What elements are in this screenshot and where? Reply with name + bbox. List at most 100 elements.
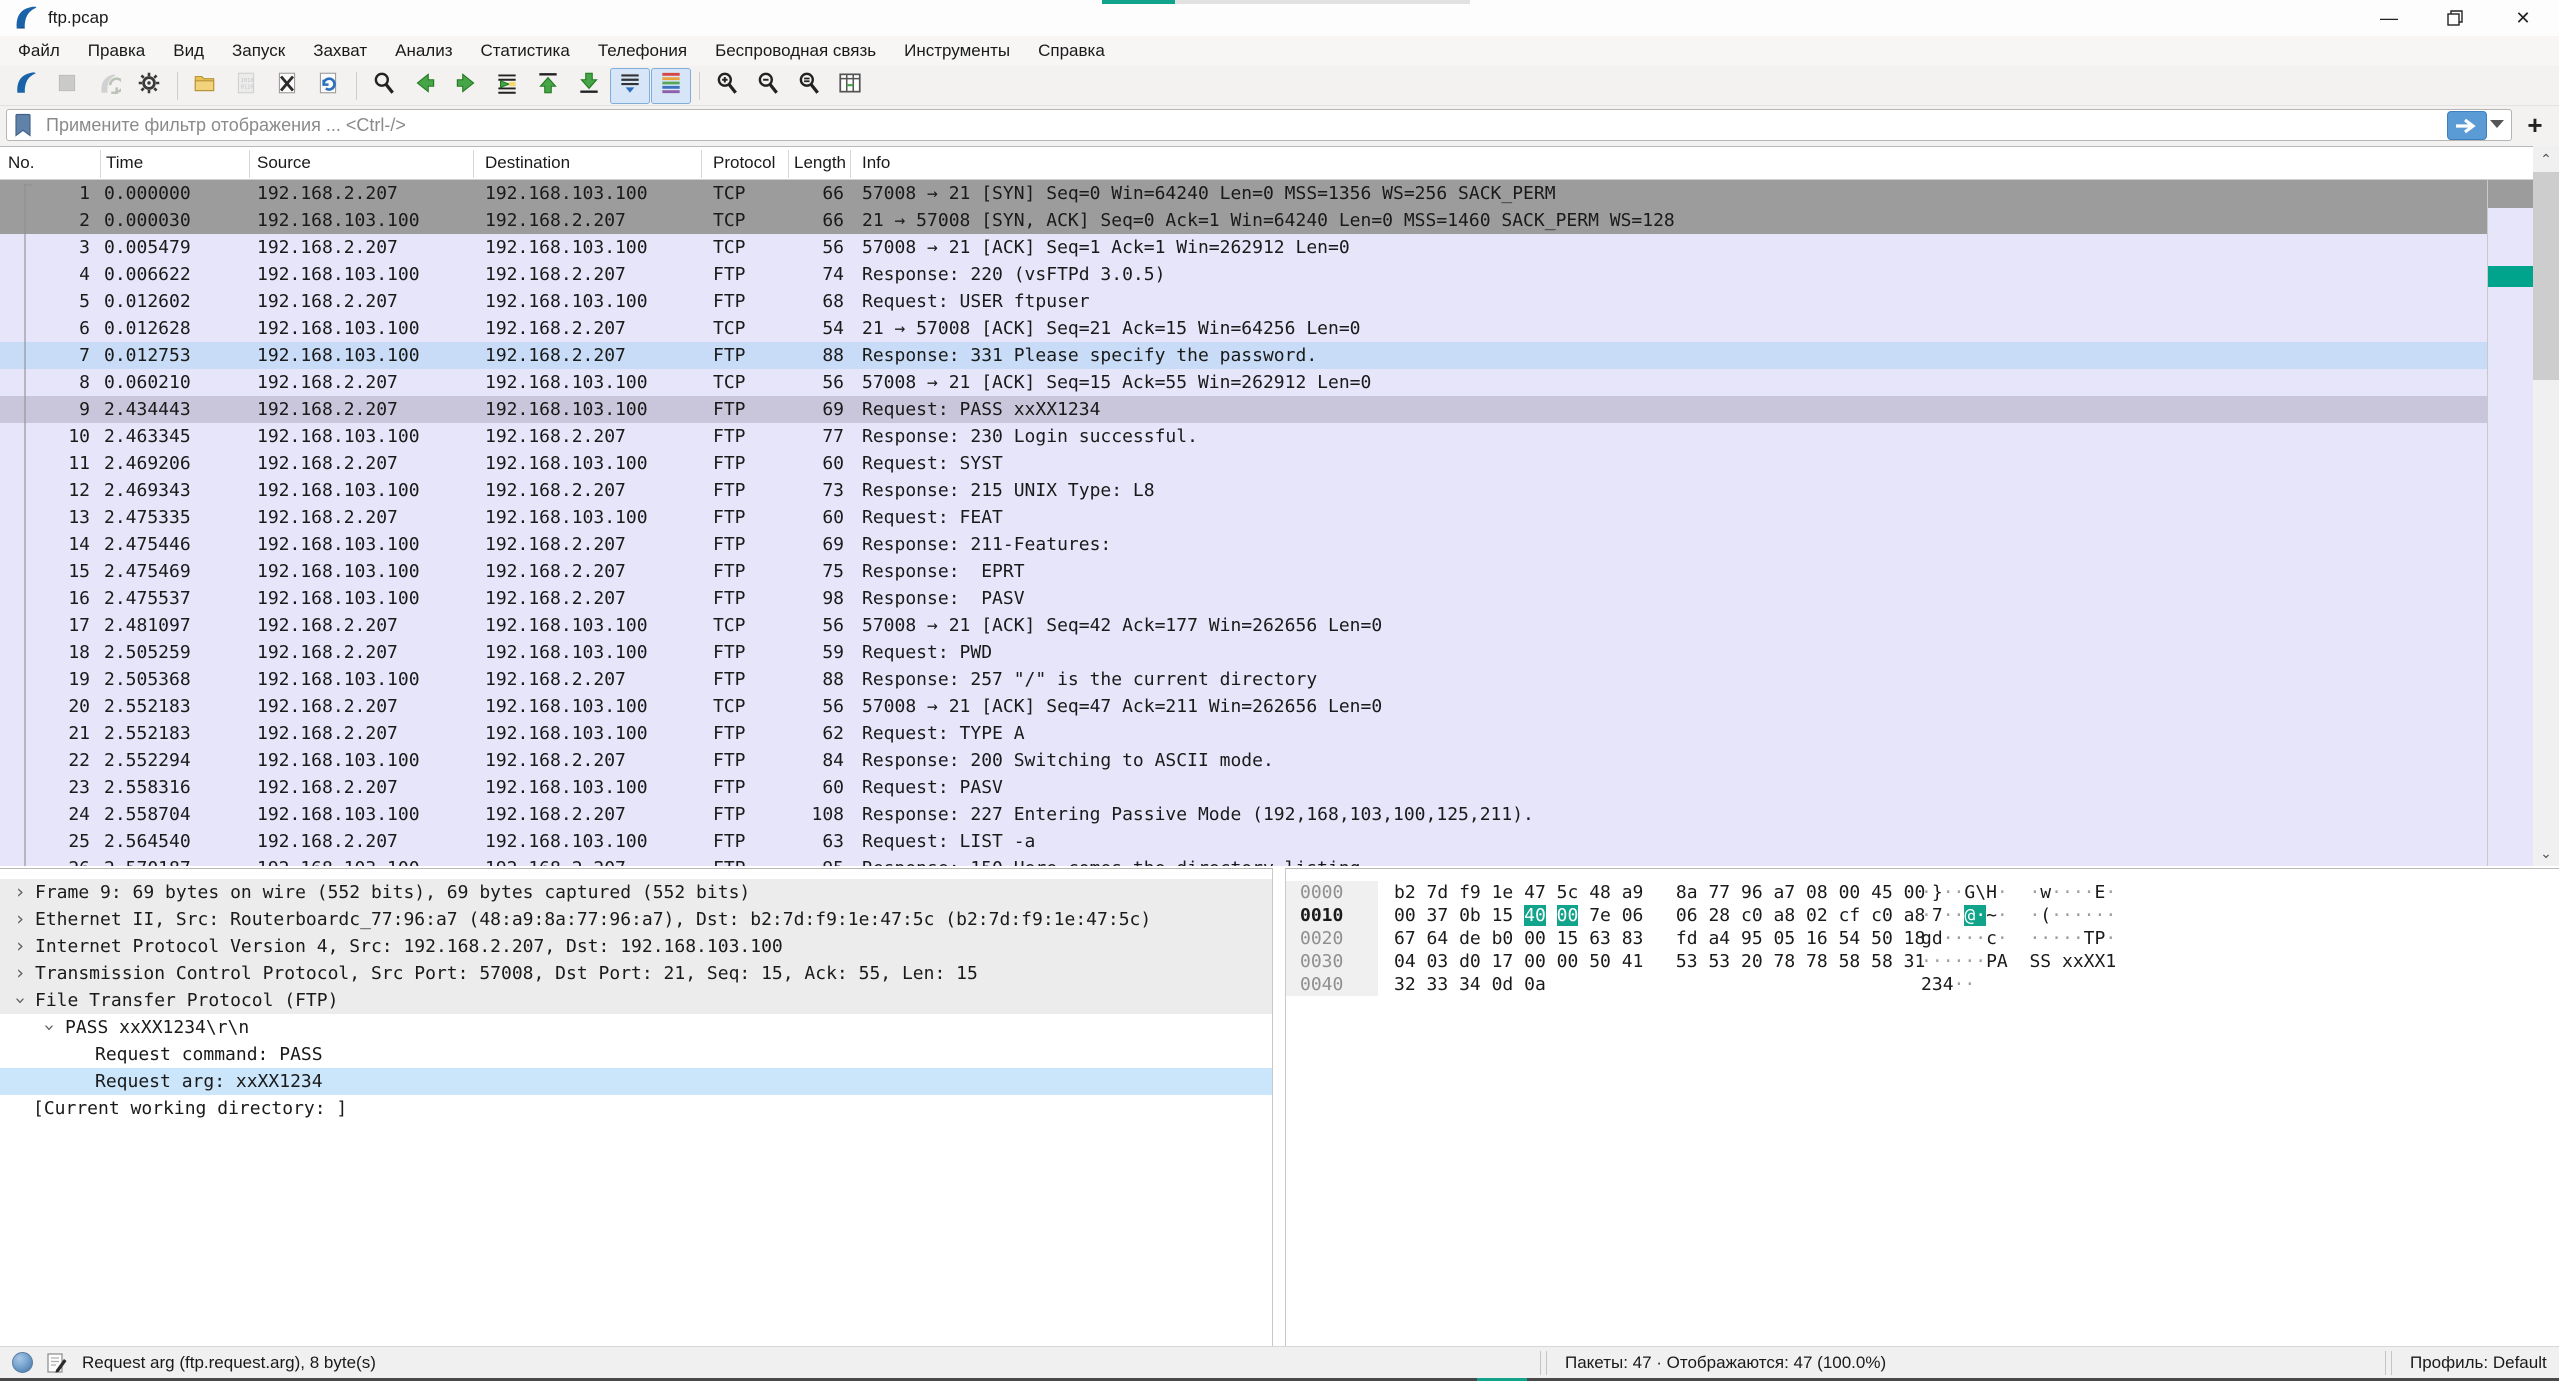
column-header-protocol[interactable]: Protocol [713, 147, 775, 181]
column-divider[interactable] [788, 150, 789, 178]
filter-bookmark-icon[interactable] [8, 111, 38, 139]
start-capture-button[interactable] [6, 68, 46, 104]
goto-packet-button[interactable] [487, 68, 527, 104]
packet-row-17[interactable]: 172.481097192.168.2.207192.168.103.100TC… [0, 612, 2487, 639]
menu-item-4[interactable]: Запуск [218, 36, 299, 66]
expand-chevron-icon[interactable]: › [12, 960, 28, 987]
packet-row-22[interactable]: 222.552294192.168.103.100192.168.2.207FT… [0, 747, 2487, 774]
menu-item-7[interactable]: Статистика [467, 36, 584, 66]
packet-row-4[interactable]: 40.006622192.168.103.100192.168.2.207FTP… [0, 261, 2487, 288]
packet-row-7[interactable]: 70.012753192.168.103.100192.168.2.207FTP… [0, 342, 2487, 369]
column-divider[interactable] [850, 150, 851, 178]
close-button[interactable]: ✕ [2490, 0, 2556, 36]
column-header-destination[interactable]: Destination [485, 147, 570, 181]
menu-item-5[interactable]: Захват [299, 36, 381, 66]
restore-button[interactable] [2422, 0, 2488, 36]
reload-file-button[interactable] [308, 68, 348, 104]
add-filter-button[interactable]: + [2518, 109, 2552, 141]
packet-row-8[interactable]: 80.060210192.168.2.207192.168.103.100TCP… [0, 369, 2487, 396]
next-packet-button[interactable] [446, 68, 486, 104]
zoom-in-button[interactable] [707, 68, 747, 104]
detail-line-1[interactable]: ›Frame 9: 69 bytes on wire (552 bits), 6… [0, 879, 1272, 906]
packet-row-24[interactable]: 242.558704192.168.103.100192.168.2.207FT… [0, 801, 2487, 828]
hex-row-0030[interactable]: 003004 03 d0 17 00 00 50 41 53 53 20 78 … [1286, 950, 2559, 973]
packet-row-14[interactable]: 142.475446192.168.103.100192.168.2.207FT… [0, 531, 2487, 558]
packet-row-15[interactable]: 152.475469192.168.103.100192.168.2.207FT… [0, 558, 2487, 585]
capture-comment-icon[interactable] [44, 1351, 68, 1375]
detail-line-4[interactable]: ›Transmission Control Protocol, Src Port… [0, 960, 1272, 987]
packet-row-2[interactable]: 20.000030192.168.103.100192.168.2.207TCP… [0, 207, 2487, 234]
hex-row-0010[interactable]: 001000 37 0b 15 40 00 7e 06 06 28 c0 a8 … [1286, 904, 2559, 927]
detail-line-6[interactable]: ›PASS xxXX1234\r\n [0, 1014, 1272, 1041]
column-divider[interactable] [701, 150, 702, 178]
menu-item-2[interactable]: Правка [74, 36, 159, 66]
intelligent-scrollbar-minimap[interactable] [2487, 180, 2533, 866]
colorize-button[interactable] [651, 68, 691, 104]
packet-row-11[interactable]: 112.469206192.168.2.207192.168.103.100FT… [0, 450, 2487, 477]
packet-row-21[interactable]: 212.552183192.168.2.207192.168.103.100FT… [0, 720, 2487, 747]
packet-row-9[interactable]: 92.434443192.168.2.207192.168.103.100FTP… [0, 396, 2487, 423]
packet-row-6[interactable]: 60.012628192.168.103.100192.168.2.207TCP… [0, 315, 2487, 342]
column-header-no[interactable]: No. [8, 147, 34, 181]
column-header-length[interactable]: Length [794, 147, 846, 181]
find-packet-button[interactable] [364, 68, 404, 104]
previous-packet-button[interactable] [405, 68, 445, 104]
first-packet-button[interactable] [528, 68, 568, 104]
hex-row-0020[interactable]: 002067 64 de b0 00 15 63 83 fd a4 95 05 … [1286, 927, 2559, 950]
column-header-source[interactable]: Source [257, 147, 311, 181]
menu-item-8[interactable]: Телефония [584, 36, 701, 66]
menu-item-11[interactable]: Справка [1024, 36, 1119, 66]
packet-row-12[interactable]: 122.469343192.168.103.100192.168.2.207FT… [0, 477, 2487, 504]
scrollbar-up-arrow[interactable]: ⌃ [2533, 148, 2559, 170]
packet-row-3[interactable]: 30.005479192.168.2.207192.168.103.100TCP… [0, 234, 2487, 261]
apply-filter-button[interactable] [2447, 111, 2487, 140]
auto-scroll-button[interactable] [610, 68, 650, 104]
column-header-time[interactable]: Time [106, 147, 143, 181]
column-divider[interactable] [249, 150, 250, 178]
expand-chevron-icon[interactable]: › [12, 879, 28, 906]
menu-item-10[interactable]: Инструменты [890, 36, 1024, 66]
detail-line-2[interactable]: ›Ethernet II, Src: Routerboardc_77:96:a7… [0, 906, 1272, 933]
packet-row-1[interactable]: 10.000000192.168.2.207192.168.103.100TCP… [0, 180, 2487, 207]
column-divider[interactable] [100, 150, 101, 178]
menu-item-9[interactable]: Беспроводная связь [701, 36, 890, 66]
menu-item-3[interactable]: Вид [159, 36, 218, 66]
profile-status[interactable]: Профиль: Default [2410, 1353, 2547, 1373]
open-file-button[interactable] [185, 68, 225, 104]
column-divider[interactable] [473, 150, 474, 178]
packet-row-23[interactable]: 232.558316192.168.2.207192.168.103.100FT… [0, 774, 2487, 801]
packet-row-19[interactable]: 192.505368192.168.103.100192.168.2.207FT… [0, 666, 2487, 693]
packet-row-16[interactable]: 162.475537192.168.103.100192.168.2.207FT… [0, 585, 2487, 612]
resize-columns-button[interactable] [830, 68, 870, 104]
expand-chevron-icon[interactable]: › [12, 933, 28, 960]
zoom-reset-button[interactable] [789, 68, 829, 104]
filter-dropdown-caret[interactable] [2490, 120, 2504, 128]
detail-line-9[interactable]: [Current working directory: ] [0, 1095, 1272, 1122]
menu-item-1[interactable]: Файл [4, 36, 74, 66]
zoom-out-button[interactable] [748, 68, 788, 104]
detail-line-7[interactable]: Request command: PASS [0, 1041, 1272, 1068]
expert-info-icon[interactable] [12, 1352, 33, 1373]
hex-row-0040[interactable]: 004032 33 34 0d 0a234·· [1286, 973, 2559, 996]
packet-row-20[interactable]: 202.552183192.168.2.207192.168.103.100TC… [0, 693, 2487, 720]
column-header-info[interactable]: Info [862, 147, 890, 181]
packet-row-26-partial[interactable]: 262.570187192.168.103.100192.168.2.207FT… [0, 855, 2487, 866]
packet-row-25[interactable]: 252.564540192.168.2.207192.168.103.100FT… [0, 828, 2487, 855]
last-packet-button[interactable] [569, 68, 609, 104]
scrollbar-down-arrow[interactable]: ⌄ [2533, 842, 2559, 864]
scrollbar-thumb[interactable] [2533, 172, 2559, 380]
expand-chevron-icon[interactable]: › [12, 906, 28, 933]
detail-line-8[interactable]: Request arg: xxXX1234 [0, 1068, 1272, 1095]
packet-row-13[interactable]: 132.475335192.168.2.207192.168.103.100FT… [0, 504, 2487, 531]
menu-item-6[interactable]: Анализ [381, 36, 466, 66]
hex-row-0000[interactable]: 0000b2 7d f9 1e 47 5c 48 a9 8a 77 96 a7 … [1286, 881, 2559, 904]
packet-row-10[interactable]: 102.463345192.168.103.100192.168.2.207FT… [0, 423, 2487, 450]
collapse-chevron-icon[interactable]: › [36, 1020, 63, 1036]
detail-line-3[interactable]: ›Internet Protocol Version 4, Src: 192.1… [0, 933, 1272, 960]
detail-line-5[interactable]: ›File Transfer Protocol (FTP) [0, 987, 1272, 1014]
collapse-chevron-icon[interactable]: › [7, 993, 34, 1009]
capture-options-button[interactable] [129, 68, 169, 104]
packet-row-18[interactable]: 182.505259192.168.2.207192.168.103.100FT… [0, 639, 2487, 666]
close-file-button[interactable] [267, 68, 307, 104]
packet-row-5[interactable]: 50.012602192.168.2.207192.168.103.100FTP… [0, 288, 2487, 315]
